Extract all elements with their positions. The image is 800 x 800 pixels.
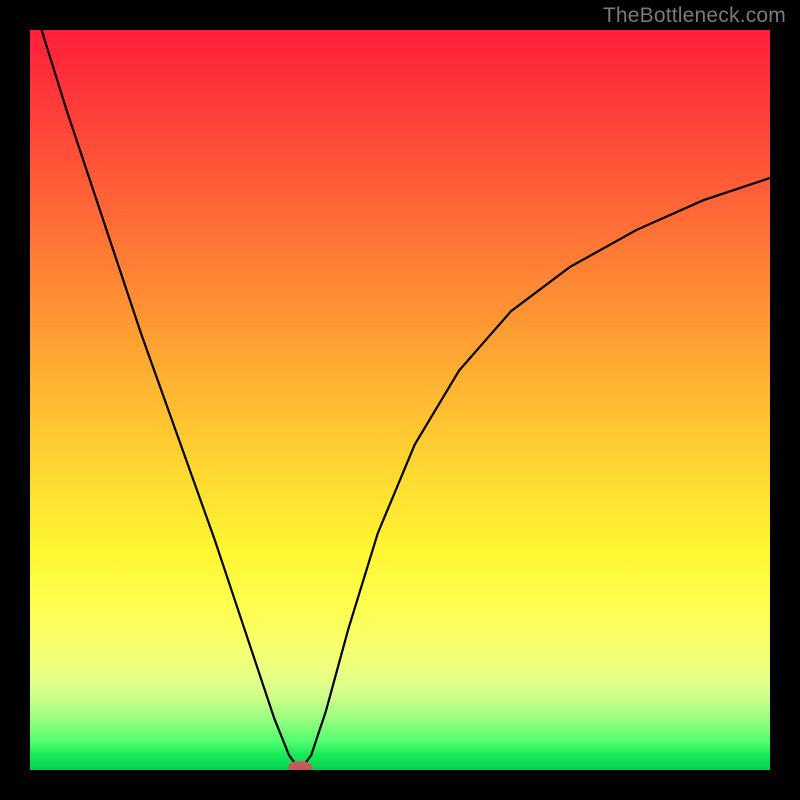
fit-curve	[30, 30, 770, 770]
minimum-marker	[288, 761, 312, 770]
chart-outer-frame: TheBottleneck.com	[0, 0, 800, 800]
chart-plot-area	[30, 30, 770, 770]
watermark-text: TheBottleneck.com	[603, 4, 786, 28]
